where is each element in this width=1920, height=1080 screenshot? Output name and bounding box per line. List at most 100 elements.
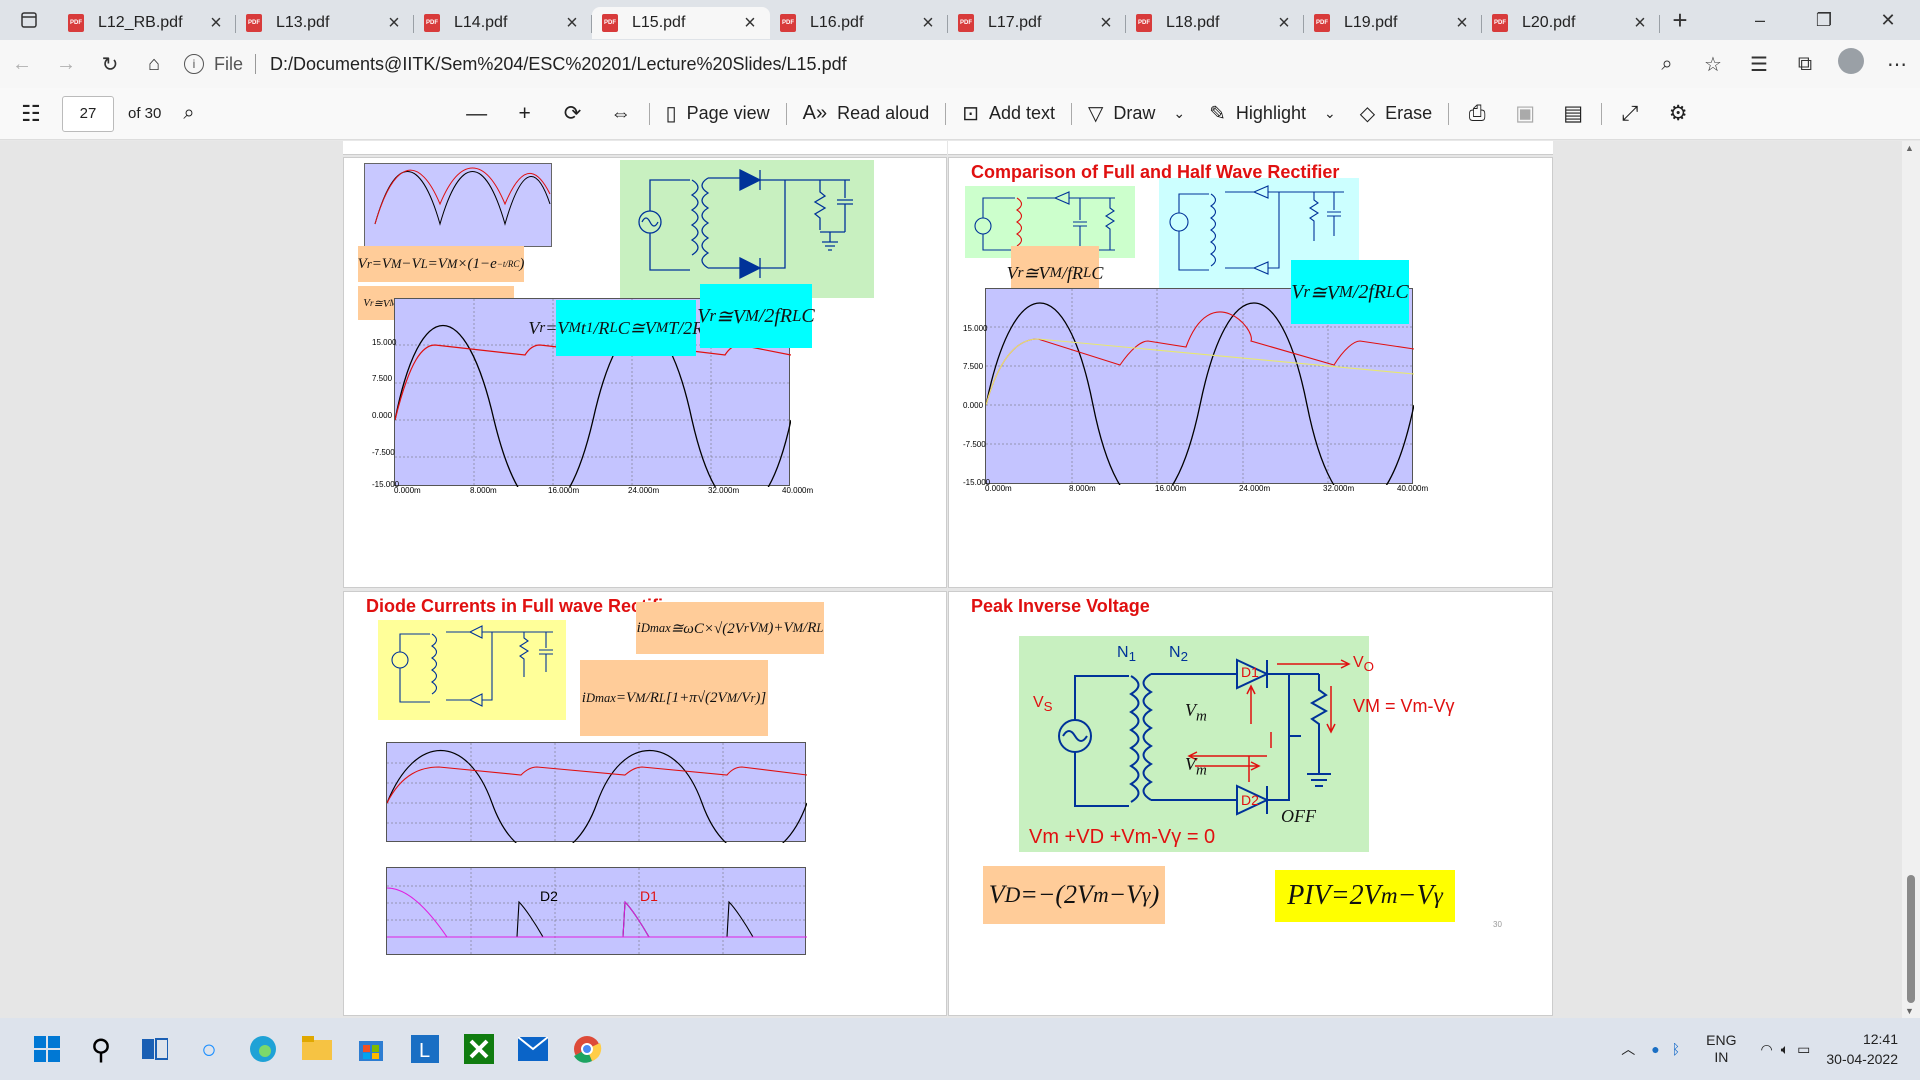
mail-button[interactable] (510, 1026, 556, 1072)
find-icon[interactable]: ⌕ (183, 102, 194, 125)
close-tab-icon[interactable]: × (562, 12, 582, 35)
slide-title: Diode Currents in Full wave Rectifier (366, 596, 681, 616)
rotate-icon[interactable]: ⟳ (555, 101, 591, 126)
browser-tab[interactable]: PDF L19.pdf × (1304, 7, 1482, 39)
url-text[interactable]: D:/Documents@IITK/Sem%204/ESC%20201/Lect… (270, 54, 847, 75)
print-icon[interactable]: ⎙ (1459, 102, 1495, 126)
widgets-button[interactable]: ○ (186, 1026, 232, 1072)
browser-tab[interactable]: PDF L18.pdf × (1126, 7, 1304, 39)
browser-tab[interactable]: PDF L14.pdf × (414, 7, 592, 39)
wifi-icon[interactable]: ◠ (1761, 1041, 1773, 1058)
back-button[interactable]: ← (0, 46, 44, 82)
info-icon[interactable]: i (184, 54, 204, 74)
x-tick-label: 24.000m (628, 486, 660, 495)
close-tab-icon[interactable]: × (1274, 12, 1294, 35)
home-button[interactable]: ⌂ (132, 46, 176, 82)
language-indicator[interactable]: ENG IN (1706, 1032, 1736, 1066)
close-tab-icon[interactable]: × (918, 12, 938, 35)
browser-tab[interactable]: PDF L13.pdf × (236, 7, 414, 39)
address-bar: ← → ↻ ⌂ i File D:/Documents@IITK/Sem%204… (0, 40, 1920, 88)
piv-circuit-diagram: N1 N2 D1 D2 OFF Vm Vm (1019, 636, 1369, 852)
profile-button[interactable] (1828, 48, 1874, 80)
browser-tab[interactable]: PDF L12_RB.pdf × (58, 7, 236, 39)
close-window-button[interactable]: ✕ (1856, 10, 1920, 31)
zoom-icon[interactable]: ⌕ (1644, 53, 1690, 76)
page-count: of 30 (128, 105, 162, 122)
restore-button[interactable]: ❐ (1792, 10, 1856, 31)
scroll-up-icon[interactable]: ▲ (1905, 143, 1914, 153)
scrollbar-thumb[interactable] (1907, 875, 1915, 1003)
taskbar: ⚲ ○ L ︿ ● ᛒ ENG IN ◠ 🔈︎ ▭ 12:41 30-04-2022 (0, 1018, 1920, 1080)
tab-bar: PDF L12_RB.pdf × PDF L13.pdf × PDF L14.pdf × PDF L… (0, 0, 1920, 40)
ripple-equation-1: Vr =V M −V L =V M ×(1−e −t/RC) (357, 255, 525, 272)
minimize-button[interactable]: – (1728, 10, 1792, 31)
save-icon[interactable]: ▣ (1507, 101, 1543, 126)
x-tick-label: 8.000m (1069, 484, 1096, 493)
chrome-button[interactable] (564, 1026, 610, 1072)
edge-button[interactable] (240, 1026, 286, 1072)
add-text-button[interactable]: ⊡ Add text (962, 101, 1055, 126)
tab-actions-icon (21, 12, 37, 28)
close-tab-icon[interactable]: × (740, 12, 760, 35)
battery-icon[interactable]: ▭ (1797, 1041, 1810, 1058)
l-app-icon: L (411, 1035, 439, 1063)
draw-dropdown-icon[interactable]: ⌄ (1173, 105, 1185, 122)
search-button[interactable]: ⚲ (78, 1026, 124, 1072)
close-tab-icon[interactable]: × (1452, 12, 1472, 35)
new-tab-button[interactable]: + (1660, 5, 1700, 36)
file-explorer-button[interactable] (294, 1026, 340, 1072)
tray-app-icon[interactable]: ● (1651, 1041, 1659, 1057)
page-number-input[interactable]: 27 (62, 95, 114, 132)
vm-upper-label: Vm (1185, 700, 1207, 725)
erase-button[interactable]: ◇ Erase (1360, 101, 1432, 126)
task-view-button[interactable] (132, 1026, 178, 1072)
clock[interactable]: 12:41 30-04-2022 (1826, 1029, 1898, 1069)
browser-tab[interactable]: PDF L16.pdf × (770, 7, 948, 39)
save-as-icon[interactable]: ▤ (1555, 101, 1591, 126)
tab-label: L14.pdf (454, 14, 508, 31)
read-aloud-button[interactable]: A» Read aloud (803, 102, 930, 125)
refresh-button[interactable]: ↻ (88, 46, 132, 82)
browser-tab[interactable]: PDF L17.pdf × (948, 7, 1126, 39)
fullscreen-icon[interactable]: ⤢ (1612, 102, 1648, 126)
close-tab-icon[interactable]: × (1096, 12, 1116, 35)
pdf-viewport[interactable]: Vr=VM−VL=VM×(1−e−t/RC) Vr≅VM×{1−(1−t/RC)… (0, 141, 1920, 1018)
bluetooth-icon[interactable]: ᛒ (1672, 1041, 1680, 1057)
start-button[interactable] (24, 1026, 70, 1072)
highlight-button[interactable]: ✎ Highlight ⌄ (1209, 101, 1336, 126)
scroll-down-icon[interactable]: ▼ (1905, 1006, 1914, 1016)
store-button[interactable] (348, 1026, 394, 1072)
zoom-out-button[interactable]: — (459, 102, 495, 126)
lecture-app-button[interactable]: L (402, 1026, 448, 1072)
highlight-dropdown-icon[interactable]: ⌄ (1324, 105, 1336, 122)
xbox-button[interactable] (456, 1026, 502, 1072)
close-tab-icon[interactable]: × (206, 12, 226, 35)
more-menu-icon[interactable]: ⋯ (1874, 52, 1920, 77)
forward-button[interactable]: → (44, 46, 88, 82)
pdf-icon: PDF (958, 14, 974, 32)
settings-icon[interactable]: ⚙ (1660, 101, 1696, 126)
url-field[interactable]: i File D:/Documents@IITK/Sem%204/ESC%202… (184, 54, 1644, 75)
favorites-icon[interactable]: ☰ (1736, 52, 1782, 77)
close-tab-icon[interactable]: × (384, 12, 404, 35)
browser-tab[interactable]: PDF L20.pdf × (1482, 7, 1660, 39)
show-hidden-icons[interactable]: ︿ (1621, 1039, 1635, 1059)
fit-page-icon[interactable]: ⇔ (603, 102, 639, 126)
file-label: File (214, 53, 244, 74)
vd-equation: V D =−(2V m −V γ) (988, 880, 1160, 909)
zoom-in-button[interactable]: + (507, 102, 543, 126)
vertical-scrollbar[interactable]: ▲ ▼ (1902, 141, 1920, 1018)
close-tab-icon[interactable]: × (1630, 12, 1650, 35)
draw-button[interactable]: ▽ Draw ⌄ (1088, 101, 1185, 126)
y-tick-label: 0.000 (372, 411, 393, 420)
vo-label: VO (1353, 654, 1375, 675)
d2-label: D2 (540, 888, 558, 904)
table-of-contents-icon[interactable]: ☷ (0, 101, 62, 127)
tab-actions-button[interactable] (0, 0, 58, 40)
volume-icon[interactable]: 🔈︎ (1781, 1041, 1789, 1058)
page-view-button[interactable]: ▯ Page view (666, 101, 770, 126)
collections-icon[interactable]: ⧉ (1782, 53, 1828, 76)
favorite-add-icon[interactable]: ☆ (1690, 52, 1736, 77)
browser-tab[interactable]: PDF L15.pdf × (592, 7, 770, 39)
mail-icon (518, 1037, 548, 1061)
